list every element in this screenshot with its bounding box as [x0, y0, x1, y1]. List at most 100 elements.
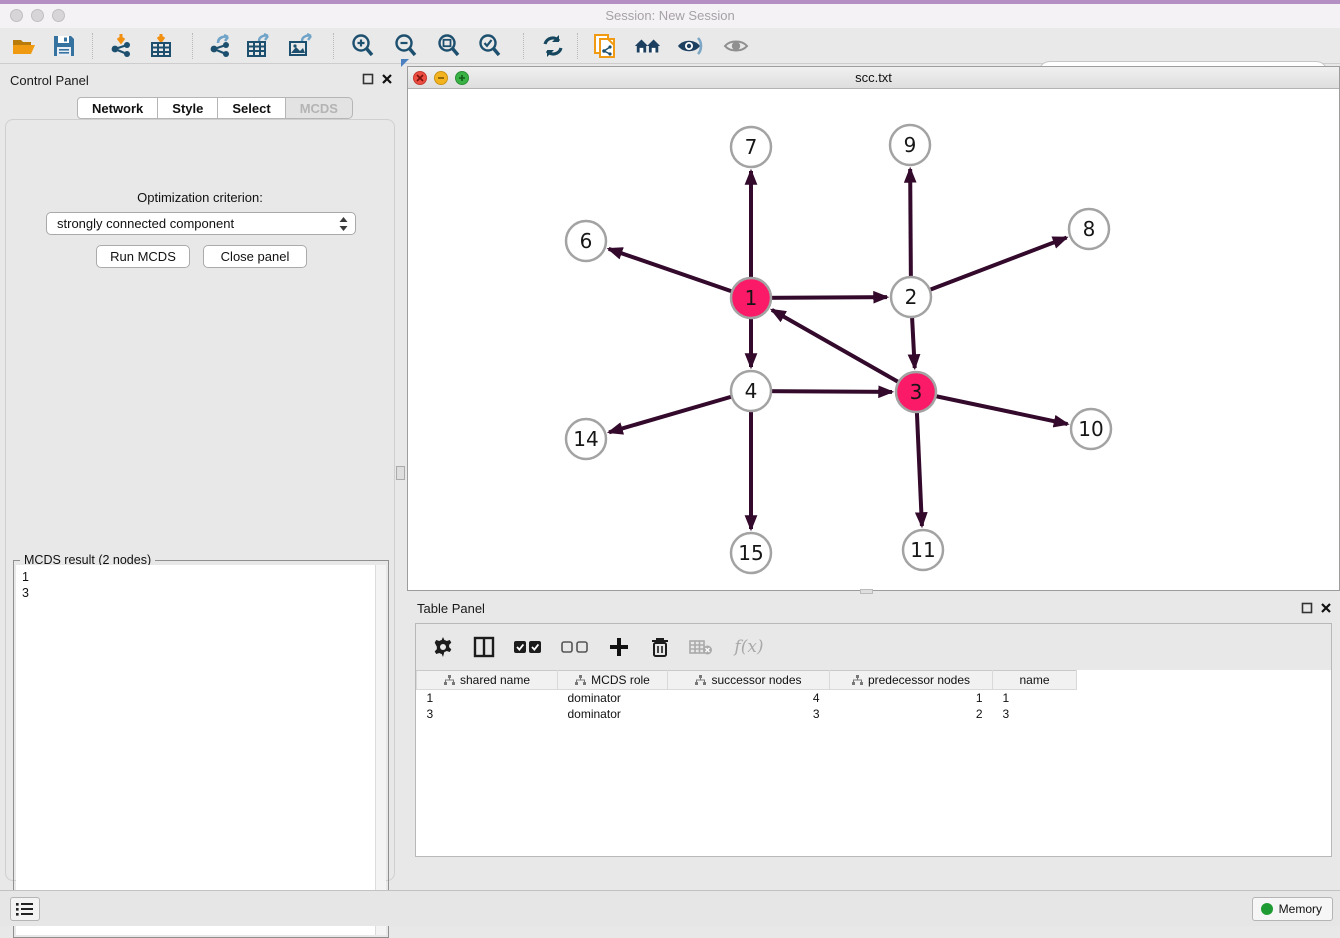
column-header[interactable]: predecessor nodes [830, 671, 993, 690]
graph-node[interactable]: 10 [1071, 409, 1111, 449]
export-image-icon[interactable] [287, 32, 315, 60]
node-label: 9 [904, 133, 917, 157]
node-label: 11 [910, 538, 935, 562]
graph-node[interactable]: 9 [890, 125, 930, 165]
control-panel-title: Control Panel [10, 73, 89, 88]
network-view-window: scc.txt 7 9 6 8 1 2 4 3 14 10 15 11 [407, 66, 1340, 591]
hide-panel-eye-icon[interactable] [676, 32, 704, 60]
delete-column-trash-icon[interactable] [647, 634, 673, 660]
table-panel-body: f(x) shared nameMCDS rolesuccessor nodes… [415, 623, 1332, 857]
window-title: Session: New Session [0, 8, 1340, 23]
open-session-icon[interactable] [10, 32, 38, 60]
close-panel-icon[interactable] [381, 73, 393, 85]
graph-node[interactable]: 15 [731, 533, 771, 573]
save-session-icon[interactable] [50, 32, 78, 60]
graph-node[interactable]: 11 [903, 530, 943, 570]
selected-criterion: strongly connected component [57, 216, 338, 231]
graph-node[interactable]: 1 [731, 278, 771, 318]
table-cell[interactable]: 4 [668, 690, 830, 706]
graph-node[interactable]: 2 [891, 277, 931, 317]
show-panel-eye-icon[interactable] [722, 32, 750, 60]
home-icon[interactable] [634, 32, 662, 60]
table-settings-gear-icon[interactable] [430, 634, 456, 660]
graph-node[interactable]: 7 [731, 127, 771, 167]
graph-edge[interactable] [609, 391, 751, 432]
graph-node[interactable]: 4 [731, 371, 771, 411]
memory-label: Memory [1279, 902, 1322, 916]
export-table-icon[interactable] [245, 32, 273, 60]
refresh-layout-icon[interactable] [539, 32, 567, 60]
graph-node[interactable]: 8 [1069, 209, 1109, 249]
table-row[interactable]: 3dominator323 [417, 706, 1332, 722]
table-cell[interactable]: 3 [993, 706, 1077, 722]
result-scrollbar[interactable] [375, 565, 386, 935]
column-header[interactable]: shared name [417, 671, 558, 690]
optimization-criterion-select[interactable]: strongly connected component [46, 212, 356, 235]
deselect-all-rows-icon[interactable] [559, 634, 591, 660]
add-column-icon[interactable] [606, 634, 632, 660]
task-list-button[interactable] [10, 897, 40, 921]
import-network-icon[interactable] [108, 32, 136, 60]
table-cell[interactable]: dominator [558, 706, 668, 722]
tab-select[interactable]: Select [218, 97, 285, 119]
horizontal-splitter-grip[interactable] [860, 589, 873, 594]
run-mcds-button[interactable]: Run MCDS [96, 245, 190, 268]
column-header[interactable]: MCDS role [558, 671, 668, 690]
memory-button[interactable]: Memory [1252, 897, 1333, 921]
network-canvas[interactable]: 7 9 6 8 1 2 4 3 14 10 15 11 [408, 89, 1339, 591]
tab-style[interactable]: Style [158, 97, 218, 119]
table-cell[interactable]: 1 [830, 690, 993, 706]
mcds-result-textarea[interactable]: 13 [16, 565, 386, 935]
network-window-title: scc.txt [408, 70, 1339, 85]
show-columns-icon[interactable] [471, 634, 497, 660]
toolbar-separator [333, 33, 334, 59]
column-header[interactable]: successor nodes [668, 671, 830, 690]
node-label: 10 [1078, 417, 1103, 441]
node-label: 15 [738, 541, 763, 565]
graph-edge[interactable] [911, 238, 1067, 297]
zoom-in-icon[interactable] [349, 32, 377, 60]
zoom-out-icon[interactable] [392, 32, 420, 60]
table-header-row[interactable]: shared nameMCDS rolesuccessor nodesprede… [417, 671, 1332, 690]
graph-node[interactable]: 14 [566, 419, 606, 459]
vertical-splitter-grip[interactable] [396, 466, 405, 480]
dropdown-stepper-icon [338, 216, 349, 232]
graph-edge[interactable] [772, 310, 916, 392]
mcds-result-lines: 13 [16, 565, 386, 605]
column-header[interactable]: name [993, 671, 1077, 690]
close-table-panel-icon[interactable] [1320, 602, 1332, 614]
graph-edge[interactable] [609, 249, 751, 298]
toolbar-separator [92, 33, 93, 59]
table-cell[interactable]: 3 [668, 706, 830, 722]
float-panel-icon[interactable] [362, 73, 374, 85]
select-all-rows-icon[interactable] [512, 634, 544, 660]
table-cell[interactable]: 3 [417, 706, 558, 722]
delete-table-icon-disabled [688, 634, 714, 660]
float-table-panel-icon[interactable] [1301, 602, 1313, 614]
node-label: 2 [905, 285, 918, 309]
table-cell[interactable]: 1 [417, 690, 558, 706]
import-table-icon[interactable] [147, 32, 175, 60]
export-network-icon[interactable] [207, 32, 235, 60]
zoom-fit-icon[interactable] [435, 32, 463, 60]
table-cell[interactable]: 1 [993, 690, 1077, 706]
tab-mcds[interactable]: MCDS [286, 97, 353, 119]
node-label: 6 [580, 229, 593, 253]
duplicate-network-icon[interactable] [591, 32, 619, 60]
graph-node[interactable]: 6 [566, 221, 606, 261]
list-icon [16, 902, 34, 916]
table-cell[interactable]: dominator [558, 690, 668, 706]
table-row[interactable]: 1dominator411 [417, 690, 1332, 706]
zoom-selected-icon[interactable] [476, 32, 504, 60]
memory-status-icon [1261, 903, 1273, 915]
mcds-tab-content: Optimization criterion: strongly connect… [5, 119, 395, 881]
graph-node[interactable]: 3 [896, 372, 936, 412]
table-toolbar: f(x) [416, 624, 1331, 670]
node-label: 3 [910, 380, 923, 404]
table-cell[interactable]: 2 [830, 706, 993, 722]
toolbar-separator [577, 33, 578, 59]
close-panel-button[interactable]: Close panel [203, 245, 307, 268]
graph-edge[interactable] [916, 392, 1068, 424]
tab-network[interactable]: Network [77, 97, 158, 119]
node-table: shared nameMCDS rolesuccessor nodesprede… [416, 670, 1331, 722]
